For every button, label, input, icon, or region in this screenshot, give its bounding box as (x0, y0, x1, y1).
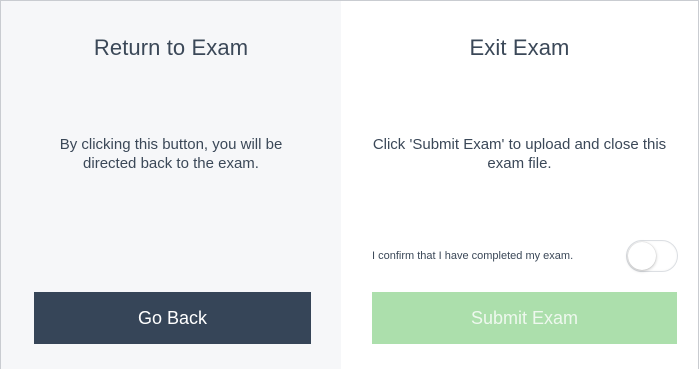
return-to-exam-panel: Return to Exam By clicking this button, … (1, 1, 341, 369)
confirm-completion-label: I confirm that I have completed my exam. (372, 250, 574, 262)
exam-exit-dialog: Return to Exam By clicking this button, … (0, 0, 699, 369)
go-back-button[interactable]: Go Back (34, 292, 311, 344)
submit-exam-button[interactable]: Submit Exam (372, 292, 677, 344)
confirm-completion-row: I confirm that I have completed my exam. (372, 240, 678, 272)
toggle-knob (628, 242, 656, 270)
exit-panel-title: Exit Exam (469, 35, 570, 60)
exit-exam-panel: Exit Exam Click 'Submit Exam' to upload … (341, 1, 698, 369)
return-panel-title: Return to Exam (93, 35, 249, 60)
return-panel-description: By clicking this button, you will be dir… (59, 136, 283, 172)
confirm-completion-toggle[interactable] (626, 240, 678, 272)
exit-panel-description: Click 'Submit Exam' to upload and close … (372, 136, 667, 172)
